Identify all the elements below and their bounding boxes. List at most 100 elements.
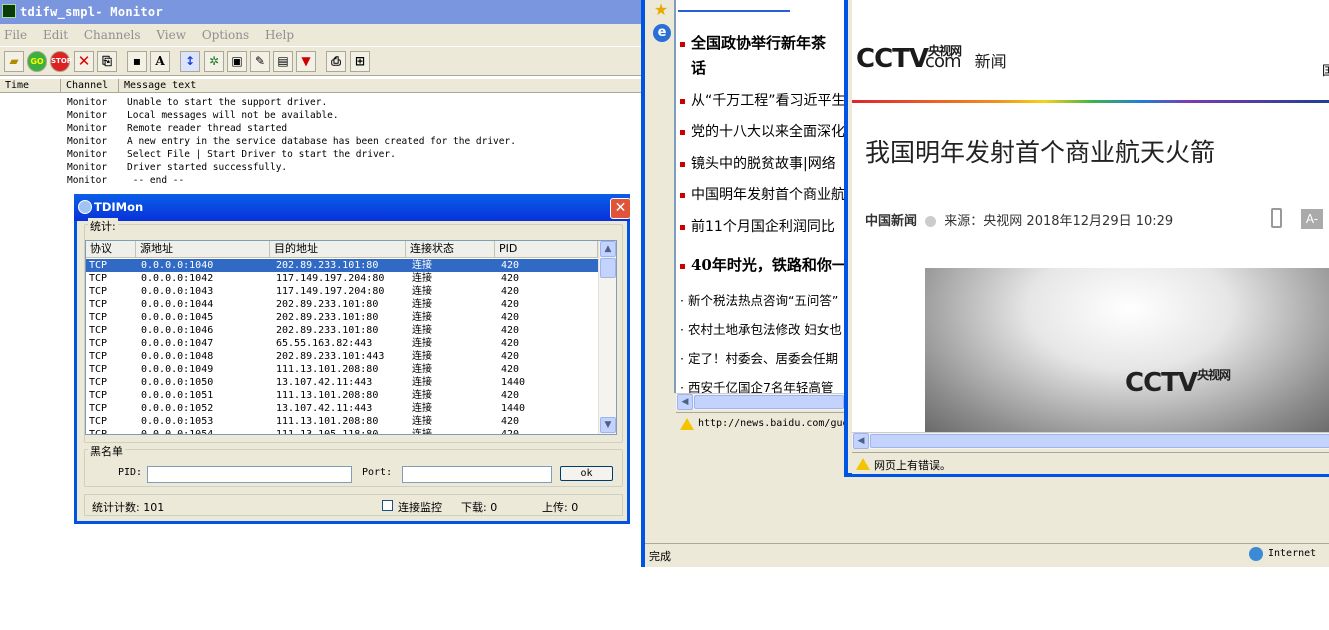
- table-row[interactable]: TCP 0.0.0.0:1048 202.89.233.101:443 连接 420: [86, 350, 598, 363]
- warning-icon[interactable]: [856, 457, 870, 470]
- col-channel[interactable]: Channel: [61, 79, 119, 93]
- log-row[interactable]: Monitor -- end --: [0, 174, 641, 187]
- autoscroll-icon[interactable]: ↕: [180, 51, 200, 72]
- scroll-thumb[interactable]: [600, 258, 616, 278]
- log-row[interactable]: Monitor Local messages will not be availa…: [0, 109, 641, 122]
- log-row[interactable]: Monitor Unable to start the support drive…: [0, 96, 641, 109]
- news-link[interactable]: 前11个月国企利润同比: [680, 216, 835, 236]
- open-icon[interactable]: ▰: [4, 51, 24, 72]
- erase-icon[interactable]: ✎: [250, 51, 270, 72]
- print-icon[interactable]: ⎙: [326, 51, 346, 72]
- monitor-checkbox[interactable]: [382, 500, 393, 511]
- news-link[interactable]: · 农村土地承包法修改 妇女也: [680, 319, 842, 338]
- menu-file[interactable]: File: [4, 28, 27, 42]
- table-row[interactable]: TCP 0.0.0.0:1053 111.13.101.208:80 连接 420: [86, 415, 598, 428]
- news-link-continued[interactable]: 话: [691, 57, 706, 78]
- news-link[interactable]: 从“千万工程”看习近平生: [680, 90, 846, 110]
- log-row[interactable]: Monitor Remote reader thread started: [0, 122, 641, 135]
- col-time[interactable]: Time: [0, 79, 61, 93]
- scroll-down-icon[interactable]: ▼: [600, 417, 616, 433]
- copy-icon[interactable]: ⎘: [97, 51, 117, 72]
- table-row[interactable]: TCP 0.0.0.0:1045 202.89.233.101:80 连接 420: [86, 311, 598, 324]
- table-row[interactable]: TCP 0.0.0.0:1042 117.149.197.204:80 连接 420: [86, 272, 598, 285]
- menu-view[interactable]: View: [156, 28, 186, 42]
- mobile-icon[interactable]: [1271, 208, 1282, 228]
- stop-icon[interactable]: STOP: [50, 51, 72, 72]
- save2-icon[interactable]: ▣: [227, 51, 247, 72]
- tdimon-title-bar[interactable]: TDIMon ✕: [74, 194, 631, 221]
- news-link[interactable]: 党的十八大以来全面深化: [680, 121, 845, 141]
- filter-icon[interactable]: ✲: [204, 51, 224, 72]
- menu-channels[interactable]: Channels: [84, 28, 141, 42]
- source-name[interactable]: 中国新闻: [865, 214, 917, 229]
- table-cell: 202.89.233.101:80: [276, 260, 379, 271]
- monitor-title-bar[interactable]: tdifw_smpl- Monitor: [0, 0, 641, 24]
- table-row[interactable]: TCP 0.0.0.0:1050 13.107.42.11:443 连接 1440: [86, 376, 598, 389]
- scroll-left-icon[interactable]: ◀: [677, 394, 693, 410]
- col-protocol[interactable]: 协议: [86, 241, 136, 257]
- news-link[interactable]: 中国明年发射首个商业航: [680, 184, 845, 204]
- tdimon-dialog: TDIMon ✕ 统计: 协议 源地址 目的地址 连接状态 PID TCP 0.0…: [74, 194, 631, 524]
- font-size-button[interactable]: A-: [1301, 209, 1323, 229]
- col-state[interactable]: 连接状态: [406, 241, 495, 257]
- col-pid[interactable]: PID: [495, 241, 598, 257]
- col-source[interactable]: 源地址: [136, 241, 270, 257]
- menu-options[interactable]: Options: [202, 28, 249, 42]
- news-link[interactable]: · 西安千亿国企7名年轻高管: [680, 377, 833, 393]
- close-icon[interactable]: ✕: [610, 198, 631, 219]
- pid-label: PID:: [118, 467, 143, 478]
- scroll-left-icon[interactable]: ◀: [853, 433, 869, 449]
- table-row[interactable]: TCP 0.0.0.0:1044 202.89.233.101:80 连接 420: [86, 298, 598, 311]
- table-row[interactable]: TCP 0.0.0.0:1049 111.13.101.208:80 连接 420: [86, 363, 598, 376]
- vertical-scrollbar[interactable]: ▲ ▼: [598, 241, 616, 434]
- news-link[interactable]: 镜头中的脱贫故事|网络: [680, 153, 836, 173]
- go-icon[interactable]: GO: [27, 51, 47, 72]
- log-row[interactable]: Monitor Driver started successfully.: [0, 161, 641, 174]
- col-destination[interactable]: 目的地址: [270, 241, 406, 257]
- news-link[interactable]: · 新个税法热点咨询“五问答”: [680, 290, 838, 309]
- table-cell: 0.0.0.0:1052: [141, 403, 214, 414]
- news-link[interactable]: · 定了！村委会、居委会任期: [680, 348, 838, 367]
- news-link[interactable]: 40年时光，铁路和你一: [680, 254, 847, 275]
- horizontal-scrollbar[interactable]: ◀: [852, 432, 1329, 449]
- horizontal-scrollbar[interactable]: ◀: [676, 393, 852, 410]
- funnel-icon[interactable]: ▼: [296, 51, 316, 72]
- table-row[interactable]: TCP 0.0.0.0:1047 65.55.163.82:443 连接 420: [86, 337, 598, 350]
- cctv-logo[interactable]: CCTV央视网com 新闻: [856, 44, 1007, 74]
- nav-link[interactable]: 国: [1322, 60, 1329, 79]
- table-cell: 420: [501, 351, 520, 362]
- table-row[interactable]: TCP 0.0.0.0:1052 13.107.42.11:443 连接 1440: [86, 402, 598, 415]
- video-cctv-logo: CCTV央视网: [1125, 368, 1231, 398]
- menu-help[interactable]: Help: [265, 28, 294, 42]
- log-message: Select File | Start Driver to start the …: [127, 149, 396, 160]
- log-row[interactable]: Monitor A new entry in the service databa…: [0, 135, 641, 148]
- chevron-icon: [925, 216, 937, 227]
- table-row[interactable]: TCP 0.0.0.0:1040 202.89.233.101:80 连接 420: [86, 259, 598, 272]
- highlight-icon[interactable]: ▤: [273, 51, 293, 72]
- video-player[interactable]: CCTV央视网: [925, 268, 1329, 432]
- table-cell: 0.0.0.0:1054: [141, 429, 214, 435]
- scroll-up-icon[interactable]: ▲: [600, 241, 616, 257]
- network-icon[interactable]: ⊞: [350, 51, 370, 72]
- favorites-star-icon[interactable]: ★: [649, 0, 673, 20]
- table-row[interactable]: TCP 0.0.0.0:1054 111.13.105.118:80 连接 420: [86, 428, 598, 435]
- col-message[interactable]: Message text: [119, 79, 641, 93]
- news-link[interactable]: 全国政协举行新年茶: [680, 32, 826, 53]
- scroll-thumb[interactable]: [694, 395, 844, 409]
- table-row[interactable]: TCP 0.0.0.0:1046 202.89.233.101:80 连接 420: [86, 324, 598, 337]
- pid-input[interactable]: [147, 466, 352, 483]
- table-row[interactable]: TCP 0.0.0.0:1051 111.13.101.208:80 连接 420: [86, 389, 598, 402]
- ie2-status-bar: 网页上有错误。: [852, 452, 1329, 474]
- ok-button[interactable]: ok: [560, 466, 613, 481]
- monitor-check-label[interactable]: 连接监控: [398, 499, 442, 515]
- log-channel: Monitor: [67, 136, 108, 147]
- scroll-thumb[interactable]: [870, 434, 1329, 448]
- font-icon[interactable]: A: [150, 51, 170, 72]
- delete-icon[interactable]: ✕: [74, 51, 94, 72]
- log-row[interactable]: Monitor Select File | Start Driver to sta…: [0, 148, 641, 161]
- table-row[interactable]: TCP 0.0.0.0:1043 117.149.197.204:80 连接 420: [86, 285, 598, 298]
- save-icon[interactable]: ▪: [127, 51, 147, 72]
- table-cell: 202.89.233.101:80: [276, 312, 379, 323]
- port-input[interactable]: [402, 466, 552, 483]
- menu-edit[interactable]: Edit: [43, 28, 68, 42]
